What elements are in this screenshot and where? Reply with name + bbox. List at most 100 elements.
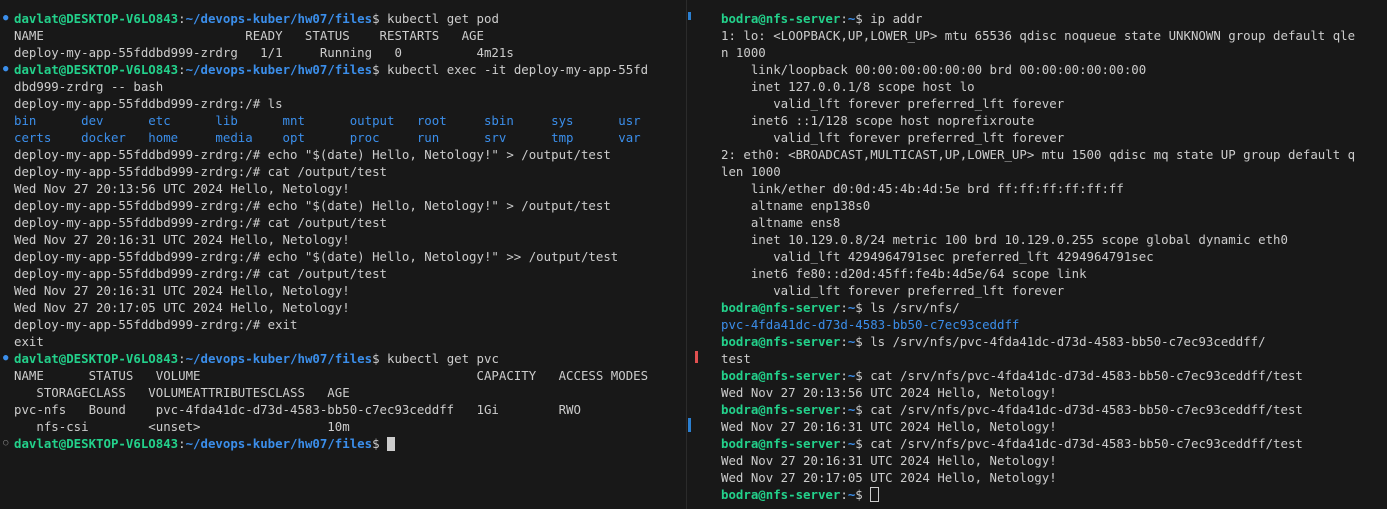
output-line: deploy-my-app-55fddbd999-zrdrg:/# echo "… [14, 248, 686, 265]
output-line: bin dev etc lib mnt output root sbin sys… [14, 112, 686, 129]
output-text: Wed Nov 27 20:16:31 UTC 2024 Hello, Neto… [14, 283, 350, 298]
scroll-marker-top [688, 12, 691, 20]
output-line: dbd999-zrdrg -- bash [14, 78, 686, 95]
output-text: n 1000 [721, 45, 766, 60]
output-line: certs docker home media opt proc run srv… [14, 129, 686, 146]
output-line: Wed Nov 27 20:17:05 UTC 2024 Hello, Neto… [721, 469, 1387, 486]
scroll-marker-blue [688, 418, 691, 432]
output-line: 1: lo: <LOOPBACK,UP,LOWER_UP> mtu 65536 … [721, 27, 1387, 44]
prompt-path: ~/devops-kuber/hw07/files [185, 436, 373, 451]
output-text: inet6 fe80::d20d:45ff:fe4b:4d5e/64 scope… [721, 266, 1087, 281]
command-decoration-icon[interactable]: ● [3, 10, 8, 27]
output-text: deploy-my-app-55fddbd999-zrdrg:/# cat /o… [14, 266, 387, 281]
output-line: deploy-my-app-55fddbd999-zrdrg:/# echo "… [14, 146, 686, 163]
output-text: Wed Nov 27 20:17:05 UTC 2024 Hello, Neto… [14, 300, 350, 315]
prompt-user: bodra@nfs-server [721, 487, 841, 502]
output-line: test [721, 350, 1387, 367]
prompt-line: davlat@DESKTOP-V6LO843:~/devops-kuber/hw… [14, 11, 499, 26]
terminal-output-right: bodra@nfs-server:~$ ip addr 1: lo: <LOOPB… [721, 10, 1387, 503]
prompt-line: bodra@nfs-server:~$ ip addr [721, 11, 923, 26]
prompt-user: davlat@DESKTOP-V6LO843 [14, 351, 179, 366]
prompt-line: davlat@DESKTOP-V6LO843:~/devops-kuber/hw… [14, 62, 649, 77]
prompt-line: bodra@nfs-server:~$ cat /srv/nfs/pvc-4fd… [721, 402, 1303, 417]
prompt-user: bodra@nfs-server [721, 334, 841, 349]
output-text: deploy-my-app-55fddbd999-zrdrg 1/1 Runni… [14, 45, 514, 60]
prompt-user: bodra@nfs-server [721, 11, 841, 26]
split-divider[interactable] [686, 0, 703, 509]
prompt-line: bodra@nfs-server:~$ [721, 486, 1387, 503]
text-cursor[interactable] [870, 487, 880, 502]
output-line: pvc-4fda41dc-d73d-4583-bb50-c7ec93ceddff [721, 316, 1387, 333]
output-text: Wed Nov 27 20:16:31 UTC 2024 Hello, Neto… [721, 453, 1057, 468]
output-line: deploy-my-app-55fddbd999-zrdrg:/# cat /o… [14, 214, 686, 231]
output-line: pvc-nfs Bound pvc-4fda41dc-d73d-4583-bb5… [14, 401, 686, 418]
command-decoration-icon[interactable]: ● [3, 61, 8, 78]
output-text: valid_lft forever preferred_lft forever [721, 283, 1065, 298]
output-line: valid_lft forever preferred_lft forever [721, 129, 1387, 146]
output-line: Wed Nov 27 20:16:31 UTC 2024 Hello, Neto… [14, 282, 686, 299]
terminal-pane-left[interactable]: davlat@DESKTOP-V6LO843:~/devops-kuber/hw… [0, 0, 686, 509]
output-text: deploy-my-app-55fddbd999-zrdrg:/# echo "… [14, 198, 611, 213]
output-text: valid_lft 4294964791sec preferred_lft 42… [721, 249, 1154, 264]
output-text: dbd999-zrdrg -- bash [14, 79, 164, 94]
output-text: Wed Nov 27 20:13:56 UTC 2024 Hello, Neto… [14, 181, 350, 196]
output-line: Wed Nov 27 20:13:56 UTC 2024 Hello, Neto… [14, 180, 686, 197]
output-text: test [721, 351, 751, 366]
output-text: link/ether d0:0d:45:4b:4d:5e brd ff:ff:f… [721, 181, 1124, 196]
output-line: valid_lft forever preferred_lft forever [721, 282, 1387, 299]
terminal-pane-right[interactable]: bodra@nfs-server:~$ ip addr 1: lo: <LOOPB… [702, 0, 1387, 509]
output-line: deploy-my-app-55fddbd999-zrdrg:/# cat /o… [14, 163, 686, 180]
output-line: exit [14, 333, 686, 350]
output-line: link/ether d0:0d:45:4b:4d:5e brd ff:ff:f… [721, 180, 1387, 197]
output-text: Wed Nov 27 20:16:31 UTC 2024 Hello, Neto… [14, 232, 350, 247]
output-line: NAME STATUS VOLUME CAPACITY ACCESS MODES [14, 367, 686, 384]
prompt-line: bodra@nfs-server:~$ ls /srv/nfs/ [721, 300, 960, 315]
output-line: valid_lft forever preferred_lft forever [721, 95, 1387, 112]
prompt-user: davlat@DESKTOP-V6LO843 [14, 11, 179, 26]
prompt-path: ~ [847, 402, 856, 417]
output-text: deploy-my-app-55fddbd999-zrdrg:/# exit [14, 317, 298, 332]
text-cursor[interactable] [387, 437, 396, 451]
command-decoration-empty-icon[interactable]: ○ [3, 435, 8, 452]
output-text: inet6 ::1/128 scope host noprefixroute [721, 113, 1035, 128]
prompt-user: bodra@nfs-server [721, 368, 841, 383]
output-line: len 1000 [721, 163, 1387, 180]
prompt-line: davlat@DESKTOP-V6LO843:~/devops-kuber/hw… [14, 351, 499, 366]
prompt-path: ~/devops-kuber/hw07/files [185, 62, 373, 77]
output-text: Wed Nov 27 20:16:31 UTC 2024 Hello, Neto… [721, 419, 1057, 434]
output-text: altname ens8 [721, 215, 841, 230]
prompt-user: davlat@DESKTOP-V6LO843 [14, 436, 179, 451]
output-text: deploy-my-app-55fddbd999-zrdrg:/# ls [14, 96, 283, 111]
output-line: inet6 fe80::d20d:45ff:fe4b:4d5e/64 scope… [721, 265, 1387, 282]
prompt-user: davlat@DESKTOP-V6LO843 [14, 62, 179, 77]
output-text: deploy-my-app-55fddbd999-zrdrg:/# echo "… [14, 249, 619, 264]
command-text: ip addr [870, 11, 923, 26]
output-line: Wed Nov 27 20:16:31 UTC 2024 Hello, Neto… [14, 231, 686, 248]
output-line: STORAGECLASS VOLUMEATTRIBUTESCLASS AGE [14, 384, 686, 401]
command-text: kubectl get pod [387, 11, 499, 26]
output-text: exit [14, 334, 44, 349]
output-line: valid_lft 4294964791sec preferred_lft 42… [721, 248, 1387, 265]
prompt-path: ~ [847, 334, 856, 349]
output-line: deploy-my-app-55fddbd999-zrdrg:/# cat /o… [14, 265, 686, 282]
command-text: cat /srv/nfs/pvc-4fda41dc-d73d-4583-bb50… [870, 436, 1303, 451]
command-text: kubectl get pvc [387, 351, 499, 366]
output-text: link/loopback 00:00:00:00:00:00 brd 00:0… [721, 62, 1147, 77]
output-text: bin dev etc lib mnt output root sbin sys… [14, 113, 641, 128]
output-line: Wed Nov 27 20:16:31 UTC 2024 Hello, Neto… [721, 452, 1387, 469]
output-line: altname ens8 [721, 214, 1387, 231]
output-text: 2: eth0: <BROADCAST,MULTICAST,UP,LOWER_U… [721, 147, 1356, 162]
output-text: inet 127.0.0.1/8 scope host lo [721, 79, 975, 94]
command-text: ls /srv/nfs/ [870, 300, 960, 315]
prompt-path: ~ [847, 300, 856, 315]
output-text: pvc-4fda41dc-d73d-4583-bb50-c7ec93ceddff [721, 317, 1020, 332]
prompt-user: bodra@nfs-server [721, 402, 841, 417]
output-line: NAME READY STATUS RESTARTS AGE [14, 27, 686, 44]
output-line: Wed Nov 27 20:16:31 UTC 2024 Hello, Neto… [721, 418, 1387, 435]
output-text: pvc-nfs Bound pvc-4fda41dc-d73d-4583-bb5… [14, 402, 581, 417]
output-text: deploy-my-app-55fddbd999-zrdrg:/# cat /o… [14, 215, 387, 230]
prompt-path: ~ [847, 368, 856, 383]
command-decoration-icon[interactable]: ● [3, 350, 8, 367]
output-text: certs docker home media opt proc run srv… [14, 130, 641, 145]
prompt-line: bodra@nfs-server:~$ cat /srv/nfs/pvc-4fd… [721, 368, 1303, 383]
